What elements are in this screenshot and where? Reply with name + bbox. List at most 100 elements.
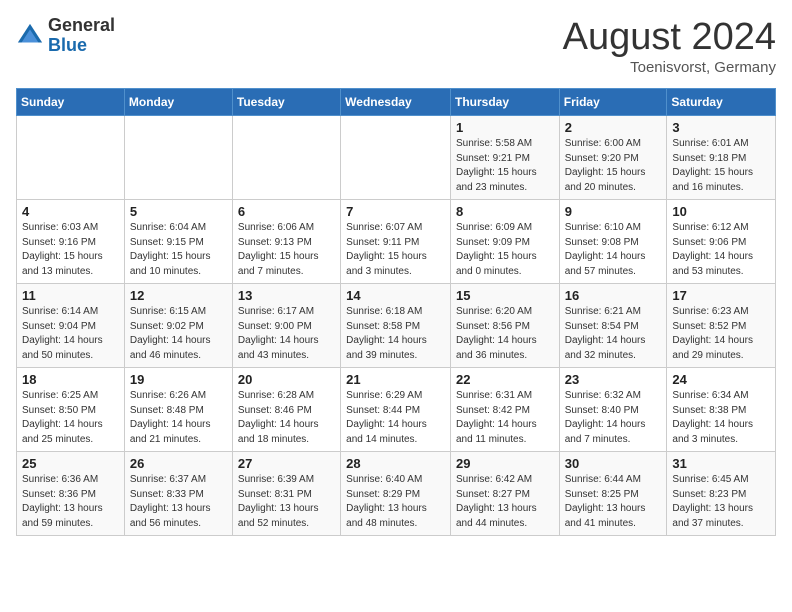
day-number: 2 <box>565 120 662 135</box>
day-cell: 10 Sunrise: 6:12 AM Sunset: 9:06 PM Dayli… <box>667 200 776 284</box>
day-cell: 20 Sunrise: 6:28 AM Sunset: 8:46 PM Dayli… <box>232 368 340 452</box>
day-info: Sunrise: 6:40 AM Sunset: 8:29 PM Dayligh… <box>346 473 445 531</box>
weekday-header-saturday: Saturday <box>667 89 776 116</box>
day-number: 10 <box>672 204 770 219</box>
day-number: 27 <box>238 456 335 471</box>
weekday-header-thursday: Thursday <box>450 89 559 116</box>
logo-icon <box>16 22 44 50</box>
day-info: Sunrise: 6:10 AM Sunset: 9:08 PM Dayligh… <box>565 221 662 279</box>
day-cell: 17Sunrise: 6:23 AM Sunset: 8:52 PM Dayli… <box>667 284 776 368</box>
day-number: 1 <box>456 120 554 135</box>
day-info: Sunrise: 5:58 AM Sunset: 9:21 PM Dayligh… <box>456 137 554 195</box>
day-cell: 11 Sunrise: 6:14 AM Sunset: 9:04 PM Dayli… <box>17 284 125 368</box>
day-info: Sunrise: 6:37 AM Sunset: 8:33 PM Dayligh… <box>130 473 227 531</box>
day-number: 8 <box>456 204 554 219</box>
day-number: 5 <box>130 204 227 219</box>
day-info: Sunrise: 6:00 AM Sunset: 9:20 PM Dayligh… <box>565 137 662 195</box>
day-number: 18 <box>22 372 119 387</box>
day-info: Sunrise: 6:23 AM Sunset: 8:52 PM Dayligh… <box>672 305 770 363</box>
day-cell <box>124 116 232 200</box>
week-row-2: 4 Sunrise: 6:03 AM Sunset: 9:16 PM Daylig… <box>17 200 776 284</box>
day-cell: 13 Sunrise: 6:17 AM Sunset: 9:00 PM Dayli… <box>232 284 340 368</box>
day-cell: 22 Sunrise: 6:31 AM Sunset: 8:42 PM Dayli… <box>450 368 559 452</box>
day-number: 21 <box>346 372 445 387</box>
day-info: Sunrise: 6:01 AM Sunset: 9:18 PM Dayligh… <box>672 137 770 195</box>
day-info: Sunrise: 6:36 AM Sunset: 8:36 PM Dayligh… <box>22 473 119 531</box>
location-subtitle: Toenisvorst, Germany <box>563 59 776 76</box>
day-cell: 9Sunrise: 6:10 AM Sunset: 9:08 PM Daylig… <box>559 200 667 284</box>
day-number: 16 <box>565 288 662 303</box>
day-cell: 5 Sunrise: 6:04 AM Sunset: 9:15 PM Daylig… <box>124 200 232 284</box>
day-cell: 31Sunrise: 6:45 AM Sunset: 8:23 PM Dayli… <box>667 452 776 536</box>
day-cell: 8 Sunrise: 6:09 AM Sunset: 9:09 PM Daylig… <box>450 200 559 284</box>
day-info: Sunrise: 6:04 AM Sunset: 9:15 PM Dayligh… <box>130 221 227 279</box>
day-cell: 21 Sunrise: 6:29 AM Sunset: 8:44 PM Dayli… <box>341 368 451 452</box>
day-info: Sunrise: 6:28 AM Sunset: 8:46 PM Dayligh… <box>238 389 335 447</box>
weekday-header-friday: Friday <box>559 89 667 116</box>
day-info: Sunrise: 6:12 AM Sunset: 9:06 PM Dayligh… <box>672 221 770 279</box>
day-number: 11 <box>22 288 119 303</box>
day-cell: 6Sunrise: 6:06 AM Sunset: 9:13 PM Daylig… <box>232 200 340 284</box>
day-cell <box>232 116 340 200</box>
day-number: 4 <box>22 204 119 219</box>
day-info: Sunrise: 6:39 AM Sunset: 8:31 PM Dayligh… <box>238 473 335 531</box>
day-info: Sunrise: 6:03 AM Sunset: 9:16 PM Dayligh… <box>22 221 119 279</box>
day-cell: 27 Sunrise: 6:39 AM Sunset: 8:31 PM Dayli… <box>232 452 340 536</box>
day-info: Sunrise: 6:42 AM Sunset: 8:27 PM Dayligh… <box>456 473 554 531</box>
page-header: General Blue August 2024 Toenisvorst, Ge… <box>16 16 776 76</box>
weekday-header-monday: Monday <box>124 89 232 116</box>
day-info: Sunrise: 6:29 AM Sunset: 8:44 PM Dayligh… <box>346 389 445 447</box>
day-info: Sunrise: 6:25 AM Sunset: 8:50 PM Dayligh… <box>22 389 119 447</box>
day-cell: 18 Sunrise: 6:25 AM Sunset: 8:50 PM Dayli… <box>17 368 125 452</box>
day-info: Sunrise: 6:34 AM Sunset: 8:38 PM Dayligh… <box>672 389 770 447</box>
day-cell: 15Sunrise: 6:20 AM Sunset: 8:56 PM Dayli… <box>450 284 559 368</box>
day-number: 12 <box>130 288 227 303</box>
weekday-header-sunday: Sunday <box>17 89 125 116</box>
day-cell: 29 Sunrise: 6:42 AM Sunset: 8:27 PM Dayli… <box>450 452 559 536</box>
day-info: Sunrise: 6:15 AM Sunset: 9:02 PM Dayligh… <box>130 305 227 363</box>
week-row-4: 18 Sunrise: 6:25 AM Sunset: 8:50 PM Dayli… <box>17 368 776 452</box>
weekday-header-wednesday: Wednesday <box>341 89 451 116</box>
day-cell: 14 Sunrise: 6:18 AM Sunset: 8:58 PM Dayli… <box>341 284 451 368</box>
day-cell: 4 Sunrise: 6:03 AM Sunset: 9:16 PM Daylig… <box>17 200 125 284</box>
calendar-table: SundayMondayTuesdayWednesdayThursdayFrid… <box>16 88 776 536</box>
day-number: 23 <box>565 372 662 387</box>
day-number: 7 <box>346 204 445 219</box>
weekday-header-tuesday: Tuesday <box>232 89 340 116</box>
day-number: 22 <box>456 372 554 387</box>
day-info: Sunrise: 6:17 AM Sunset: 9:00 PM Dayligh… <box>238 305 335 363</box>
day-number: 24 <box>672 372 770 387</box>
day-cell: 23Sunrise: 6:32 AM Sunset: 8:40 PM Dayli… <box>559 368 667 452</box>
logo: General Blue <box>16 16 115 56</box>
day-cell: 24 Sunrise: 6:34 AM Sunset: 8:38 PM Dayli… <box>667 368 776 452</box>
day-info: Sunrise: 6:09 AM Sunset: 9:09 PM Dayligh… <box>456 221 554 279</box>
day-number: 3 <box>672 120 770 135</box>
title-block: August 2024 Toenisvorst, Germany <box>563 16 776 76</box>
day-number: 20 <box>238 372 335 387</box>
day-cell: 1 Sunrise: 5:58 AM Sunset: 9:21 PM Daylig… <box>450 116 559 200</box>
logo-general: General <box>48 16 115 36</box>
day-number: 31 <box>672 456 770 471</box>
day-number: 19 <box>130 372 227 387</box>
day-info: Sunrise: 6:44 AM Sunset: 8:25 PM Dayligh… <box>565 473 662 531</box>
day-info: Sunrise: 6:14 AM Sunset: 9:04 PM Dayligh… <box>22 305 119 363</box>
calendar-header: SundayMondayTuesdayWednesdayThursdayFrid… <box>17 89 776 116</box>
day-cell: 30Sunrise: 6:44 AM Sunset: 8:25 PM Dayli… <box>559 452 667 536</box>
day-number: 28 <box>346 456 445 471</box>
day-cell: 26 Sunrise: 6:37 AM Sunset: 8:33 PM Dayli… <box>124 452 232 536</box>
day-number: 13 <box>238 288 335 303</box>
day-info: Sunrise: 6:21 AM Sunset: 8:54 PM Dayligh… <box>565 305 662 363</box>
day-cell: 16 Sunrise: 6:21 AM Sunset: 8:54 PM Dayli… <box>559 284 667 368</box>
day-info: Sunrise: 6:20 AM Sunset: 8:56 PM Dayligh… <box>456 305 554 363</box>
logo-blue: Blue <box>48 36 115 56</box>
day-number: 14 <box>346 288 445 303</box>
day-info: Sunrise: 6:07 AM Sunset: 9:11 PM Dayligh… <box>346 221 445 279</box>
week-row-3: 11 Sunrise: 6:14 AM Sunset: 9:04 PM Dayli… <box>17 284 776 368</box>
day-number: 26 <box>130 456 227 471</box>
day-number: 29 <box>456 456 554 471</box>
day-info: Sunrise: 6:31 AM Sunset: 8:42 PM Dayligh… <box>456 389 554 447</box>
calendar-body: 1 Sunrise: 5:58 AM Sunset: 9:21 PM Daylig… <box>17 116 776 536</box>
day-info: Sunrise: 6:18 AM Sunset: 8:58 PM Dayligh… <box>346 305 445 363</box>
day-info: Sunrise: 6:26 AM Sunset: 8:48 PM Dayligh… <box>130 389 227 447</box>
week-row-5: 25Sunrise: 6:36 AM Sunset: 8:36 PM Dayli… <box>17 452 776 536</box>
